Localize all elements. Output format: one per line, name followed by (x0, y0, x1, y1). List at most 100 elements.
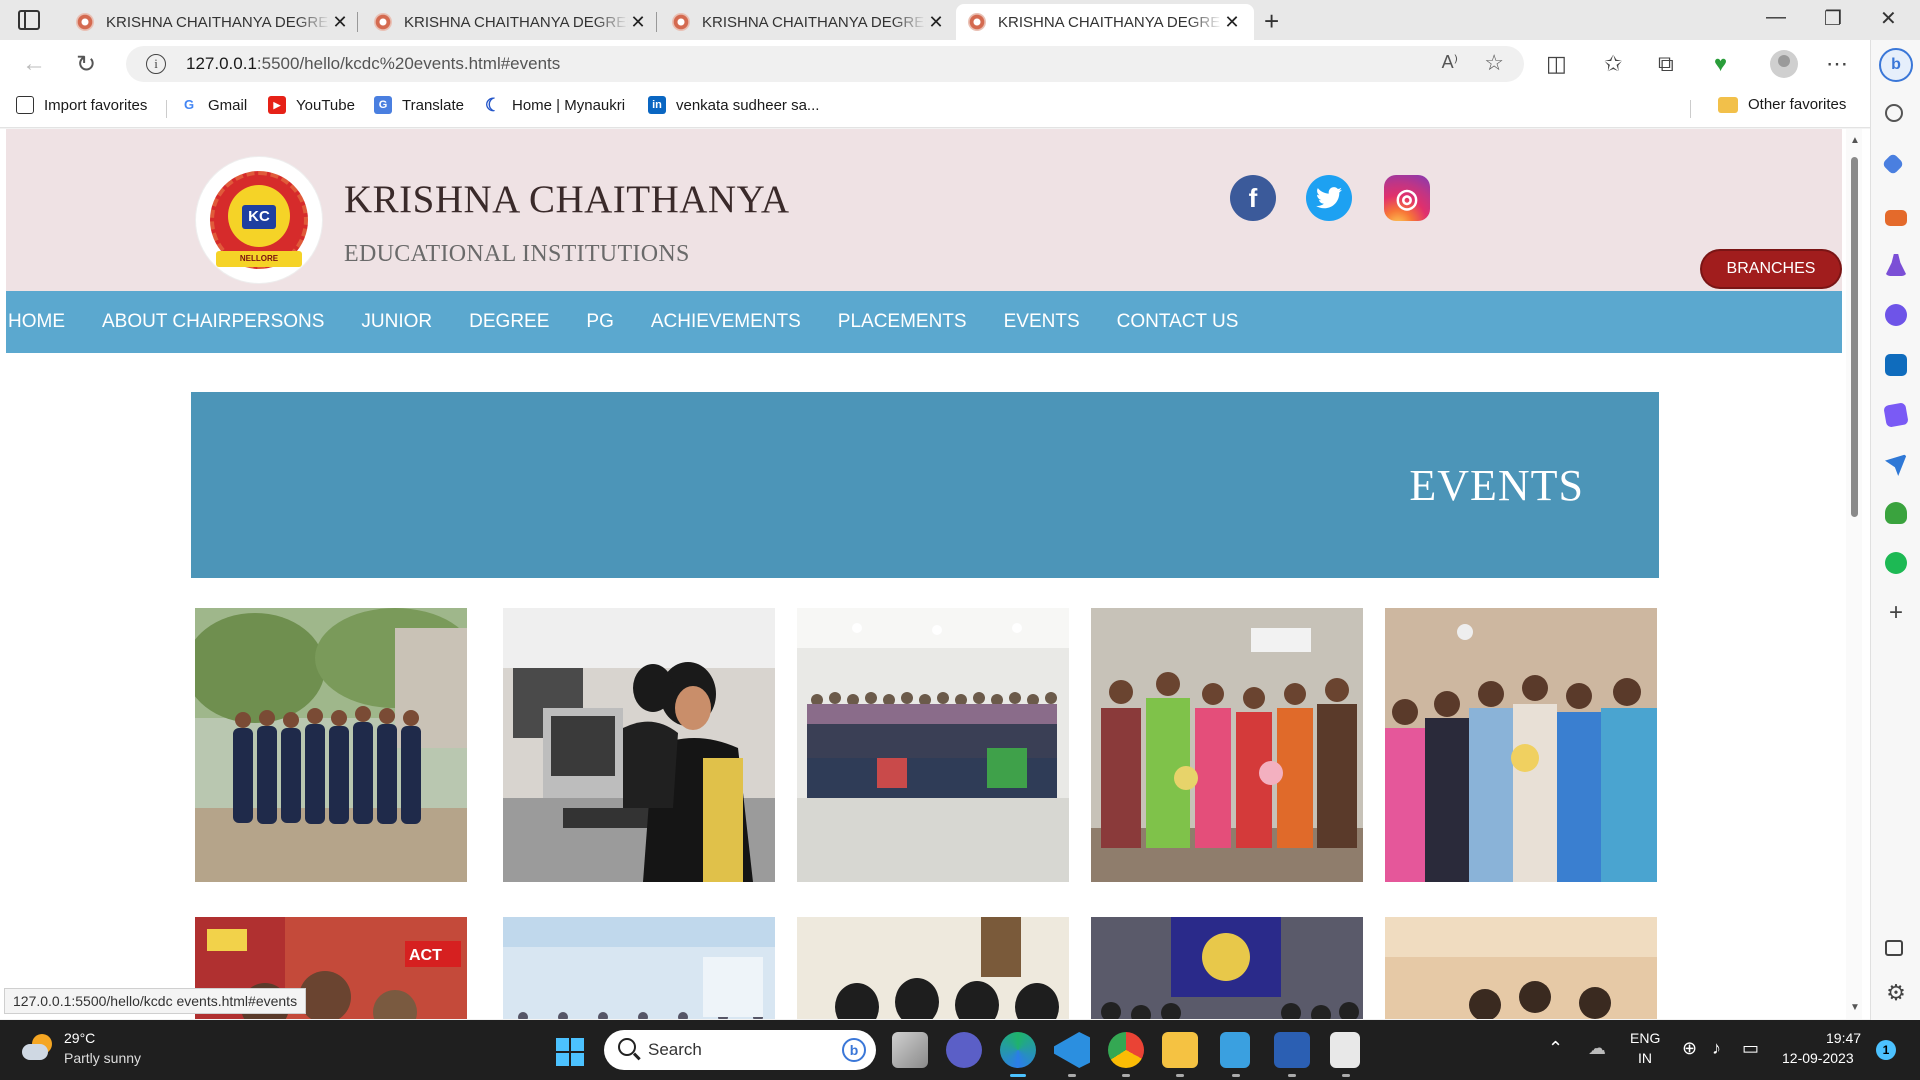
tree-icon[interactable] (1885, 502, 1907, 524)
volume-icon[interactable]: ♪ (1712, 1038, 1721, 1059)
scroll-up-arrow-icon[interactable]: ▲ (1850, 135, 1860, 146)
scroll-down-arrow-icon[interactable]: ▼ (1850, 1002, 1860, 1013)
browser-tab-4-active[interactable]: KRISHNA CHAITHANYA DEGREE ✕ (956, 4, 1254, 40)
favorite-translate[interactable]: G Translate (374, 96, 464, 114)
nav-about-chairpersons[interactable]: ABOUT CHAIRPERSONS (102, 311, 324, 333)
event-photo[interactable] (1091, 608, 1363, 882)
nav-achievements[interactable]: ACHIEVEMENTS (651, 311, 801, 333)
weather-partly-sunny-icon[interactable] (22, 1034, 52, 1064)
nav-pg[interactable]: PG (586, 311, 613, 333)
search-icon[interactable] (1885, 104, 1903, 122)
event-photo[interactable] (1091, 917, 1363, 1019)
close-tab-icon[interactable]: ✕ (628, 12, 648, 33)
bing-icon[interactable]: b (842, 1038, 866, 1062)
nav-placements[interactable]: PLACEMENTS (838, 311, 967, 333)
instagram-icon[interactable]: ◎ (1384, 175, 1430, 221)
minimize-icon[interactable]: — (1766, 6, 1786, 29)
address-bar[interactable]: i 127.0.0.1:5500/hello/kcdc%20events.htm… (126, 46, 1524, 82)
battery-icon[interactable]: ▭ (1742, 1038, 1759, 1059)
twitter-icon[interactable] (1306, 175, 1352, 221)
close-window-icon[interactable]: ✕ (1880, 6, 1897, 31)
copilot-icon[interactable]: b (1879, 48, 1913, 82)
games-icon[interactable] (1885, 254, 1907, 276)
restore-icon[interactable]: ❐ (1824, 6, 1842, 31)
windows-taskbar: 29°C Partly sunny Search b ⌃ ☁ ENG IN ⊕ … (0, 1020, 1920, 1080)
snipping-tool-icon[interactable] (1330, 1032, 1360, 1068)
event-photo[interactable] (503, 917, 775, 1019)
task-view-icon[interactable] (892, 1032, 928, 1068)
browser-tab-2[interactable]: KRISHNA CHAITHANYA DEGREE ✕ (362, 4, 660, 40)
event-photo[interactable] (503, 608, 775, 882)
close-tab-icon[interactable]: ✕ (330, 12, 350, 33)
split-screen-icon[interactable]: ◫ (1546, 51, 1567, 77)
more-options-icon[interactable]: ⋯ (1826, 51, 1848, 77)
close-tab-icon[interactable]: ✕ (1222, 12, 1242, 33)
region-indicator[interactable]: IN (1638, 1050, 1652, 1066)
browser-tab-3[interactable]: KRISHNA CHAITHANYA DEGREE ✕ (660, 4, 958, 40)
vscode-icon[interactable] (1054, 1032, 1090, 1068)
browser-tab-1[interactable]: KRISHNA CHAITHANYA DEGREE ✕ (64, 4, 362, 40)
nav-junior[interactable]: JUNIOR (361, 311, 432, 333)
tools-icon[interactable] (1885, 210, 1907, 226)
browser-essentials-icon[interactable]: ♥ (1714, 51, 1727, 77)
teams-chat-icon[interactable] (946, 1032, 982, 1068)
notification-badge[interactable]: 1 (1876, 1040, 1896, 1060)
shopping-icon[interactable] (1881, 152, 1905, 176)
event-photo[interactable] (797, 608, 1069, 882)
close-tab-icon[interactable]: ✕ (926, 12, 946, 33)
windows-start-icon[interactable] (556, 1038, 584, 1066)
college-logo[interactable]: KC NELLORE (196, 157, 322, 283)
weather-description[interactable]: Partly sunny (64, 1050, 141, 1066)
favorite-star-icon[interactable]: ☆ (1484, 50, 1504, 76)
page-scrollbar[interactable]: ▲ ▼ (1846, 129, 1862, 1019)
scrollbar-thumb[interactable] (1851, 157, 1858, 517)
event-photo[interactable] (1385, 608, 1657, 882)
profile-avatar[interactable] (1770, 50, 1798, 78)
nav-contact-us[interactable]: CONTACT US (1117, 311, 1239, 333)
event-photo[interactable] (195, 608, 467, 882)
nav-events[interactable]: EVENTS (1004, 311, 1080, 333)
facebook-icon[interactable]: f (1230, 175, 1276, 221)
clock-date[interactable]: 12-09-2023 (1782, 1050, 1854, 1066)
send-icon[interactable] (1885, 454, 1907, 476)
refresh-icon[interactable]: ↻ (76, 50, 96, 79)
collections-icon[interactable]: ⧉ (1658, 51, 1674, 77)
twitter-bird-icon (1316, 187, 1342, 209)
favorite-import[interactable]: Import favorites (16, 96, 147, 114)
nav-home[interactable]: HOME (8, 311, 65, 333)
nav-degree[interactable]: DEGREE (469, 311, 549, 333)
add-app-icon[interactable]: + (1885, 601, 1907, 625)
taskbar-search[interactable]: Search b (604, 1030, 876, 1070)
favorite-mynaukri[interactable]: ☾ Home | Mynaukri (484, 96, 625, 114)
back-icon[interactable]: ← (22, 50, 46, 78)
notepad-icon[interactable] (1220, 1032, 1250, 1068)
network-icon[interactable]: ⊕ (1682, 1038, 1697, 1059)
event-photo[interactable] (797, 917, 1069, 1019)
other-favorites[interactable]: Other favorites (1718, 96, 1846, 113)
file-explorer-icon[interactable] (1162, 1032, 1198, 1068)
designer-icon[interactable] (1883, 402, 1909, 428)
edge-browser-icon[interactable] (1000, 1032, 1036, 1068)
word-icon[interactable] (1274, 1032, 1310, 1068)
tab-actions-icon[interactable] (18, 10, 40, 30)
favorite-youtube[interactable]: ▶ YouTube (268, 96, 355, 114)
weather-temperature[interactable]: 29°C (64, 1030, 95, 1046)
favorite-linkedin[interactable]: in venkata sudheer sa... (648, 96, 819, 114)
branches-button[interactable]: BRANCHES (1702, 251, 1840, 287)
show-hidden-icons-chevron-icon[interactable]: ⌃ (1548, 1038, 1563, 1059)
chrome-icon[interactable] (1108, 1032, 1144, 1068)
sidebar-toggle-icon[interactable] (1885, 940, 1903, 956)
favorites-icon[interactable]: ✩ (1604, 51, 1622, 77)
event-photo[interactable] (1385, 917, 1657, 1019)
microsoft-365-icon[interactable] (1885, 304, 1907, 326)
outlook-icon[interactable] (1885, 354, 1907, 376)
read-aloud-icon[interactable]: A⁾ (1442, 52, 1458, 73)
onedrive-cloud-icon[interactable]: ☁ (1588, 1038, 1606, 1059)
settings-gear-icon[interactable]: ⚙ (1885, 982, 1907, 1004)
spotify-icon[interactable] (1885, 552, 1907, 574)
language-indicator[interactable]: ENG (1630, 1030, 1660, 1046)
site-info-icon[interactable]: i (146, 54, 166, 74)
favorite-gmail[interactable]: G Gmail (180, 96, 247, 114)
new-tab-icon[interactable]: + (1264, 6, 1279, 37)
clock-time[interactable]: 19:47 (1826, 1030, 1861, 1046)
